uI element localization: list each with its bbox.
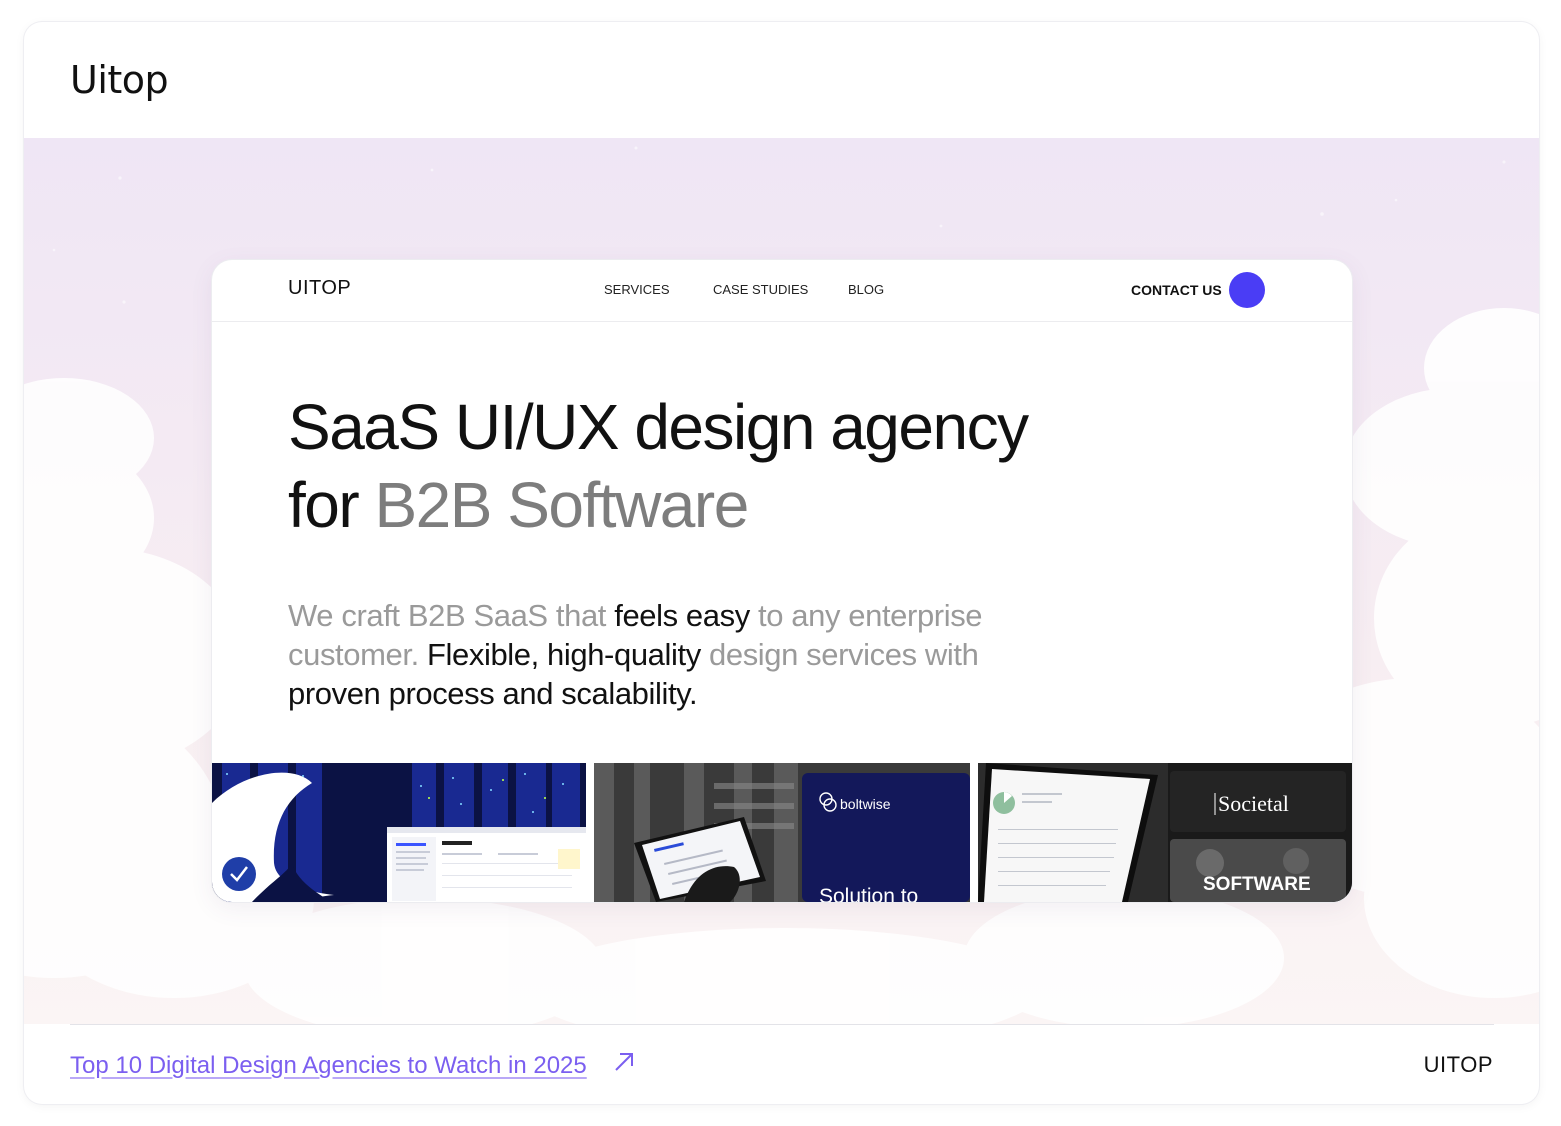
headline-highlight: B2B Software [374, 469, 749, 541]
contact-us-link[interactable]: CONTACT US [1131, 282, 1222, 298]
sub-part-5: design services with [700, 637, 979, 672]
blue-dot-icon[interactable] [1229, 272, 1265, 308]
thumbnail-societal[interactable]: Societal SOFTWARE [978, 763, 1352, 902]
sub-part-2: feels easy [614, 598, 750, 633]
thumbnail-server-dashboard[interactable] [212, 763, 586, 902]
article-link[interactable]: Top 10 Digital Design Agencies to Watch … [70, 1052, 587, 1080]
footer-brand: UITOP [1423, 1052, 1493, 1077]
thumbnail-boltwise[interactable]: boltwise Solution to [594, 763, 970, 902]
preview-card: Uitop UITOP SERVICES CASE STUDIES BLOG C… [24, 22, 1539, 1104]
server-room-image [212, 763, 586, 902]
nav-services[interactable]: SERVICES [604, 282, 670, 297]
nav-blog[interactable]: BLOG [848, 282, 884, 297]
societal-logo: Societal [1218, 791, 1289, 816]
hero-preview: UITOP SERVICES CASE STUDIES BLOG CONTACT… [24, 138, 1539, 1024]
case-thumbnails: boltwise Solution to Societal SOFTWARE [212, 763, 1352, 902]
site-logo[interactable]: UITOP [288, 277, 351, 300]
hero-subheadline: We craft B2B SaaS that feels easy to any… [288, 596, 1048, 713]
headline-prefix: for [288, 469, 375, 541]
societal-image: Societal SOFTWARE [978, 763, 1352, 902]
nav-case-studies[interactable]: CASE STUDIES [713, 282, 808, 297]
headline-line-2: for B2B Software [288, 466, 1188, 544]
website-preview: UITOP SERVICES CASE STUDIES BLOG CONTACT… [212, 260, 1352, 902]
boltwise-caption: Solution to [819, 885, 918, 902]
warehouse-tablet-image: boltwise Solution to [594, 763, 970, 902]
sub-part-1: We craft B2B SaaS that [288, 598, 615, 633]
headline-line-1: SaaS UI/UX design agency [288, 391, 1029, 463]
footer-divider [70, 1024, 1494, 1025]
sub-part-4: Flexible, high-quality [427, 637, 701, 672]
card-title: Uitop [70, 58, 169, 102]
hero-headline: SaaS UI/UX design agency for B2B Softwar… [288, 388, 1188, 544]
boltwise-logo: boltwise [840, 796, 891, 812]
site-nav: UITOP SERVICES CASE STUDIES BLOG CONTACT… [212, 260, 1352, 322]
sub-part-6: proven process and scalability. [288, 676, 698, 711]
societal-caption: SOFTWARE [1203, 874, 1311, 895]
arrow-up-right-icon[interactable] [612, 1050, 636, 1074]
